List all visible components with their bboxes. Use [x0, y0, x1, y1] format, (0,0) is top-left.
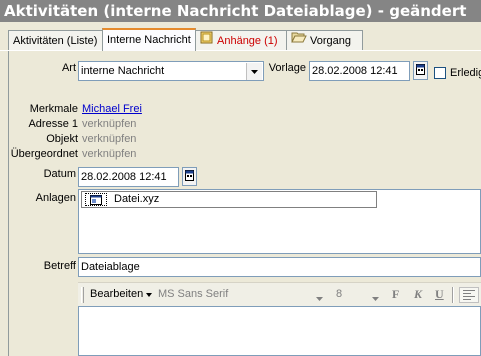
underline-button[interactable]: U — [435, 287, 444, 302]
window-title: Aktivitäten (interne Nachricht Dateiabla… — [0, 0, 481, 22]
attachment-item[interactable]: Datei.xyz — [81, 191, 377, 208]
merkmale-link[interactable]: Michael Frei — [82, 103, 142, 115]
tab-label: Vorgang — [310, 35, 351, 47]
adresse-link[interactable]: verknüpfen — [82, 118, 136, 130]
anlagen-label: Anlagen — [35, 192, 76, 204]
editor-toolbar: Bearbeiten MS Sans Serif 8 F K U — [78, 282, 481, 307]
align-left-icon — [463, 290, 475, 300]
bearbeiten-menu[interactable]: Bearbeiten — [90, 288, 153, 300]
art-label: Art — [61, 62, 76, 74]
tab-anhaenge[interactable]: Anhänge (1) — [195, 30, 287, 50]
attachment-filename: Datei.xyz — [114, 193, 160, 205]
betreff-field[interactable]: Dateiablage — [78, 257, 481, 277]
attachment-note-icon — [200, 31, 214, 51]
font-family-select[interactable]: MS Sans Serif — [158, 288, 228, 300]
adresse-label: Adresse 1 — [28, 118, 78, 130]
uebergeordnet-link[interactable]: verknüpfen — [82, 148, 136, 160]
folder-open-icon — [291, 31, 307, 51]
erledigt-label: Erledig — [450, 67, 481, 79]
calendar-icon — [185, 169, 194, 184]
tab-label: Anhänge (1) — [217, 35, 278, 47]
align-left-button[interactable] — [459, 287, 479, 303]
italic-button[interactable]: K — [414, 287, 422, 302]
bold-button[interactable]: F — [392, 287, 399, 302]
tab-aktivitaeten-liste[interactable]: Aktivitäten (Liste) — [8, 30, 103, 50]
vorlage-date-field[interactable]: 28.02.2008 12:41 — [309, 61, 410, 81]
anlagen-list[interactable]: Datei.xyz — [78, 189, 481, 254]
bearbeiten-label: Bearbeiten — [90, 288, 144, 300]
font-chevron-down-icon[interactable] — [316, 292, 323, 304]
datum-calendar-button[interactable] — [182, 167, 197, 186]
tab-vorgang[interactable]: Vorgang — [286, 30, 363, 50]
file-icon — [85, 193, 107, 206]
size-chevron-down-icon[interactable] — [372, 292, 379, 304]
calendar-icon — [416, 63, 425, 78]
art-dropdown[interactable]: interne Nachricht — [78, 61, 264, 81]
toolbar-grip — [81, 287, 84, 303]
vorlage-label: Vorlage — [268, 62, 306, 74]
merkmale-label: Merkmale — [29, 103, 78, 115]
erledigt-checkbox[interactable] — [434, 67, 446, 79]
objekt-link[interactable]: verknüpfen — [82, 133, 136, 145]
tab-label: Aktivitäten (Liste) — [13, 35, 98, 47]
art-value: interne Nachricht — [81, 65, 165, 77]
font-size-select[interactable]: 8 — [336, 288, 342, 300]
message-body-editor[interactable] — [78, 306, 481, 356]
uebergeordnet-label: Übergeordnet — [10, 148, 78, 160]
dropdown-arrow-icon — [146, 293, 153, 297]
tab-label: Interne Nachricht — [107, 34, 191, 46]
toolbar-separator — [452, 287, 454, 303]
betreff-label: Betreff — [43, 260, 76, 272]
datum-field[interactable]: 28.02.2008 12:41 — [78, 167, 179, 187]
chevron-down-icon[interactable] — [246, 63, 262, 80]
datum-label: Datum — [43, 168, 76, 180]
objekt-label: Objekt — [46, 133, 78, 145]
tab-interne-nachricht[interactable]: Interne Nachricht — [102, 28, 196, 51]
calendar-button[interactable] — [413, 61, 428, 80]
